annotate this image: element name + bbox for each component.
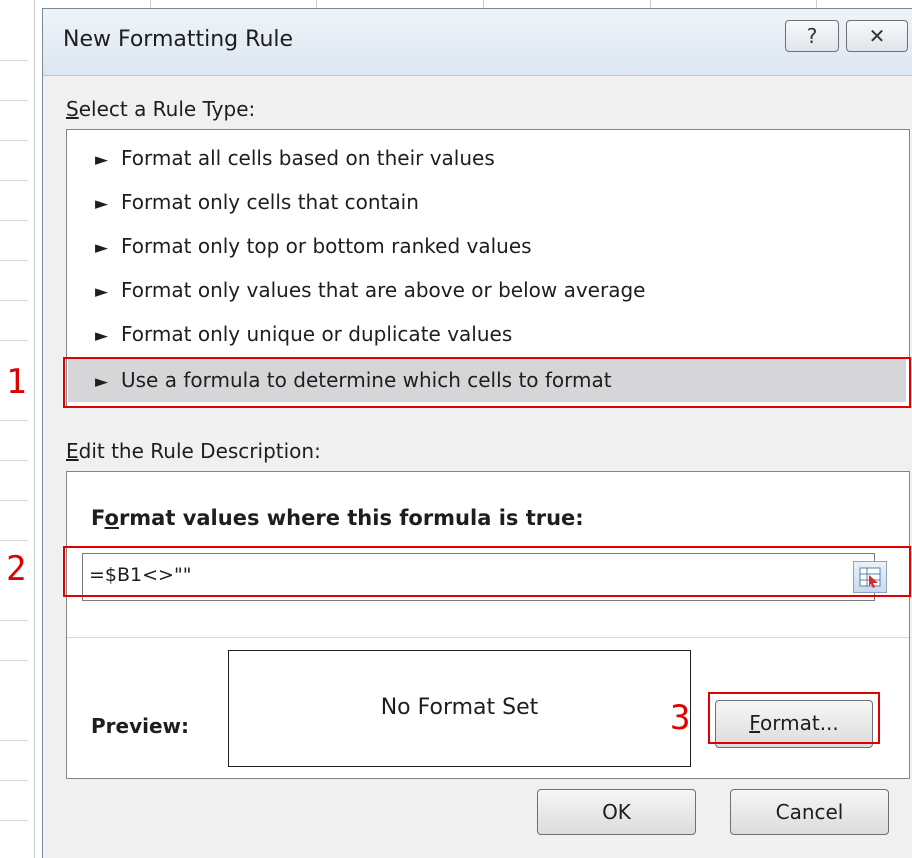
row-divider [0, 140, 28, 141]
row-divider [0, 820, 28, 821]
rule-description-label-accel: E [66, 439, 79, 463]
rule-type-item[interactable]: ► Format only unique or duplicate values [68, 312, 906, 356]
preview-label: Preview: [91, 714, 190, 738]
title-bar[interactable]: New Formatting Rule ? ✕ [43, 9, 912, 76]
rule-type-label-text: elect a Rule Type: [78, 97, 256, 121]
rule-type-list[interactable]: ► Format all cells based on their values … [66, 129, 910, 407]
preview-box: No Format Set [228, 650, 691, 767]
formula-heading-accel: o [104, 506, 119, 530]
help-button[interactable]: ? [785, 20, 839, 52]
formula-heading-part: rmat values where this formula is true: [118, 506, 584, 530]
row-divider [0, 100, 28, 101]
rule-description-label: Edit the Rule Description: [66, 439, 321, 463]
rule-type-item-label: Format all cells based on their values [121, 146, 495, 170]
cancel-button[interactable]: Cancel [730, 789, 889, 835]
ok-button[interactable]: OK [537, 789, 696, 835]
format-button[interactable]: Format... [715, 700, 873, 748]
triangle-right-icon: ► [95, 326, 109, 346]
row-divider [0, 460, 28, 461]
rule-type-label-accel: S [66, 97, 79, 121]
new-formatting-rule-dialog: New Formatting Rule ? ✕ Select a Rule Ty… [42, 8, 912, 858]
triangle-right-icon: ► [95, 194, 109, 214]
row-divider [0, 540, 28, 541]
format-button-accel: F [749, 711, 761, 735]
row-divider [0, 260, 28, 261]
row-divider [0, 220, 28, 221]
preview-text: No Format Set [380, 695, 539, 720]
triangle-right-icon: ► [95, 238, 109, 258]
question-mark-icon: ? [806, 24, 818, 48]
row-divider [0, 60, 28, 61]
rule-type-item[interactable]: ► Format only top or bottom ranked values [68, 224, 906, 268]
rule-type-item[interactable]: ► Format only values that are above or be… [68, 268, 906, 312]
row-divider [0, 740, 28, 741]
panel-divider [67, 637, 909, 638]
row-divider [0, 660, 28, 661]
row-divider [0, 180, 28, 181]
triangle-right-icon: ► [95, 150, 109, 170]
row-divider [0, 340, 28, 341]
formula-heading-part: F [91, 506, 105, 530]
range-selector-icon [859, 567, 881, 588]
row-divider [0, 780, 28, 781]
row-divider [0, 300, 28, 301]
triangle-right-icon: ► [95, 372, 109, 392]
format-button-label: ormat... [760, 711, 839, 735]
close-button[interactable]: ✕ [846, 20, 908, 52]
formula-input[interactable]: =$B1<>"" [82, 553, 887, 601]
callout-number: 1 [6, 362, 27, 402]
formula-heading: Format values where this formula is true… [91, 506, 584, 530]
triangle-right-icon: ► [95, 282, 109, 302]
close-icon: ✕ [868, 24, 886, 48]
rule-type-item-label: Format only unique or duplicate values [121, 322, 513, 346]
rule-type-item-selected[interactable]: ► Use a formula to determine which cells … [68, 358, 906, 402]
rule-type-item-label: Use a formula to determine which cells t… [121, 368, 612, 392]
range-selector-button[interactable] [853, 561, 887, 593]
rule-type-item-label: Format only top or bottom ranked values [121, 234, 532, 258]
sheet-edge [34, 0, 35, 858]
rule-description-label-text: dit the Rule Description: [78, 439, 321, 463]
rule-description-panel: Format values where this formula is true… [66, 471, 910, 779]
callout-number: 3 [670, 698, 691, 738]
row-divider [0, 620, 28, 621]
rule-type-item-label: Format only values that are above or bel… [121, 278, 646, 302]
rule-type-item[interactable]: ► Format only cells that contain [68, 180, 906, 224]
callout-number: 2 [6, 549, 27, 589]
rule-type-item-label: Format only cells that contain [121, 190, 419, 214]
dialog-title: New Formatting Rule [63, 27, 294, 52]
row-divider [0, 500, 28, 501]
formula-value: =$B1<>"" [89, 564, 192, 586]
rule-type-item[interactable]: ► Format all cells based on their values [68, 136, 906, 180]
row-divider [0, 420, 28, 421]
rule-type-label: Select a Rule Type: [66, 97, 255, 121]
